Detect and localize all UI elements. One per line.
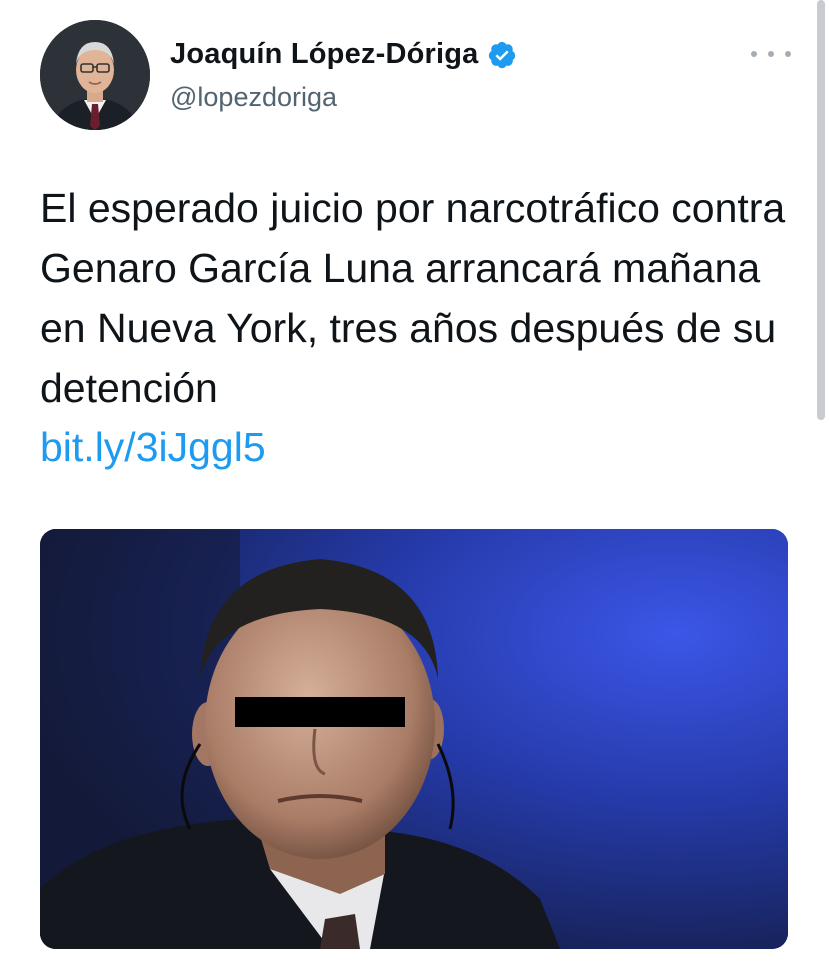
tweet-text: El esperado juicio por narcotráfico cont… [40, 185, 786, 411]
tweet-link[interactable]: bit.ly/3iJggl5 [40, 424, 266, 471]
dot-icon [785, 51, 791, 57]
dot-icon [768, 51, 774, 57]
scrollbar[interactable] [817, 0, 825, 420]
author-name-row: Joaquín López-Dóriga [170, 38, 517, 71]
dot-icon [751, 51, 757, 57]
more-dots-icon[interactable] [751, 44, 791, 64]
author-avatar[interactable] [40, 20, 150, 130]
author-handle[interactable]: @lopezdoriga [170, 82, 337, 113]
tweet-photo[interactable] [40, 529, 788, 949]
verified-badge-icon [488, 41, 515, 68]
author-display-name[interactable]: Joaquín López-Dóriga [170, 38, 479, 71]
